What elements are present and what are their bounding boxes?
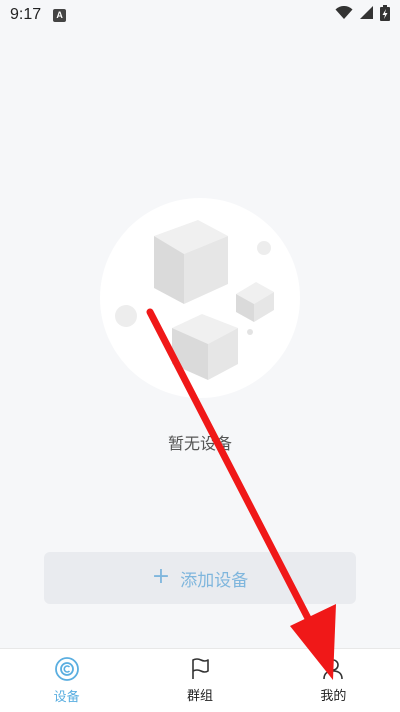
signal-icon: [359, 5, 374, 25]
add-device-button[interactable]: + 添加设备: [44, 552, 356, 604]
bottom-nav: 设备 群组 我的: [0, 648, 400, 712]
tab-groups-label: 群组: [186, 689, 213, 704]
add-device-label: 添加设备: [180, 570, 249, 591]
status-left: 9:17 A: [10, 6, 67, 24]
tab-devices[interactable]: 设备: [0, 649, 133, 712]
status-bar: 9:17 A: [0, 0, 400, 30]
tab-me[interactable]: 我的: [267, 649, 400, 712]
status-time: 9:17: [10, 6, 42, 23]
notification-a-icon: A: [53, 8, 67, 22]
plus-icon: +: [151, 564, 171, 589]
tab-me-label: 我的: [320, 689, 347, 704]
person-icon: [321, 657, 345, 681]
empty-state-message: 暂无设备: [167, 434, 232, 453]
tab-groups[interactable]: 群组: [133, 649, 266, 712]
flag-icon: [188, 657, 212, 681]
device-target-icon: [54, 656, 80, 682]
wifi-icon: [335, 5, 353, 25]
status-icons: [335, 4, 390, 26]
tab-devices-label: 设备: [53, 690, 80, 705]
empty-boxes-illustration: [98, 196, 302, 400]
battery-charging-icon: [380, 4, 390, 26]
